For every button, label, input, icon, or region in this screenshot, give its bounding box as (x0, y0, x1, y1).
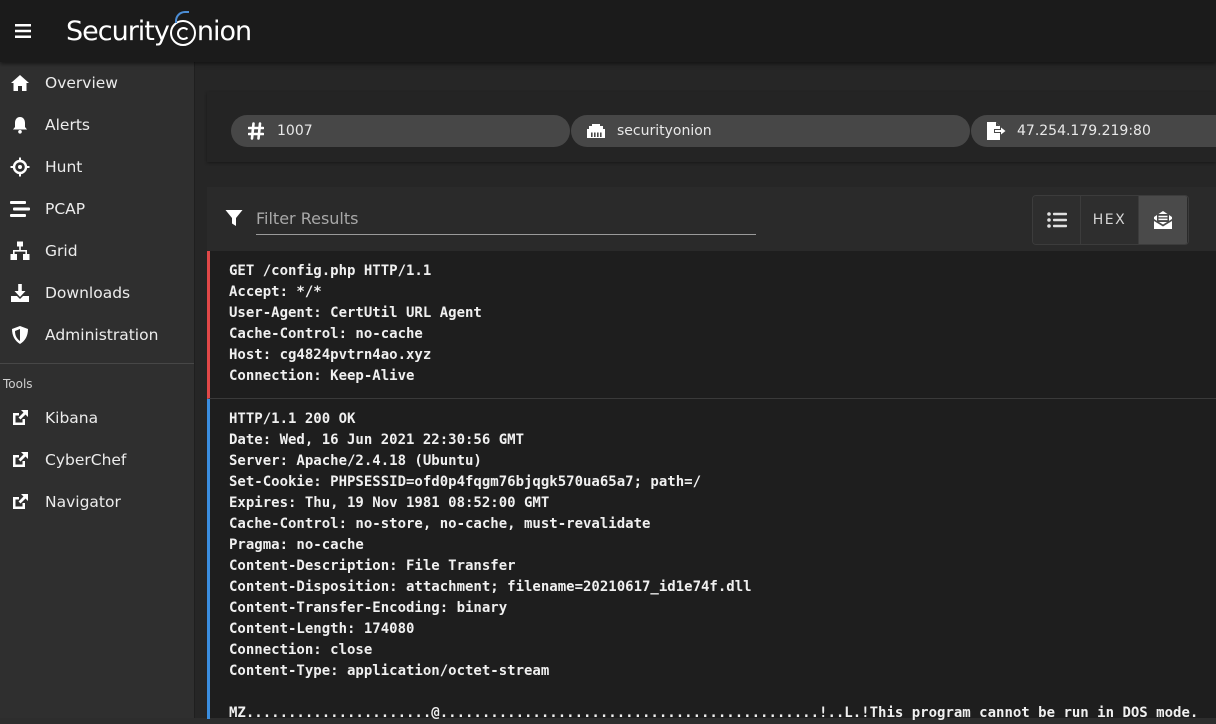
top-app-bar: Security nion (0, 0, 1216, 62)
event-id-value: 1007 (277, 123, 313, 139)
response-line: Content-Transfer-Encoding: binary (229, 600, 508, 616)
ethernet-icon (585, 121, 607, 141)
response-line: MZ......................@...............… (229, 705, 1199, 721)
destination-chip[interactable]: 47.254.179.219:80 (971, 115, 1216, 147)
sidebar-item-alerts[interactable]: Alerts (0, 104, 194, 146)
sidebar-item-label: Alerts (45, 116, 90, 134)
event-id-chip[interactable]: 1007 (231, 115, 570, 147)
sidebar-item-overview[interactable]: Overview (0, 62, 194, 104)
request-line: User-Agent: CertUtil URL Agent (229, 305, 482, 321)
response-line: Server: Apache/2.4.18 (Ubuntu) (229, 453, 482, 469)
envelope-open-icon (1154, 211, 1172, 229)
tools-heading: Tools (3, 377, 33, 391)
list-icon (1046, 212, 1067, 228)
crosshairs-icon (10, 157, 30, 177)
onion-logo-accent-icon (175, 11, 189, 23)
external-link-icon (10, 450, 30, 470)
response-line: Content-Disposition: attachment; filenam… (229, 579, 752, 595)
response-line: Set-Cookie: PHPSESSID=ofd0p4fqgm76bjqgk5… (229, 474, 702, 490)
destination-value: 47.254.179.219:80 (1017, 123, 1151, 139)
response-line: Content-Description: File Transfer (229, 558, 516, 574)
response-line: Date: Wed, 16 Jun 2021 22:30:56 GMT (229, 432, 525, 448)
sidebar-item-label: Administration (45, 326, 159, 344)
sidebar-item-label: Navigator (45, 493, 121, 511)
response-line: Pragma: no-cache (229, 537, 364, 553)
view-mode-toggle: HEX (1032, 195, 1189, 245)
request-line: Cache-Control: no-cache (229, 326, 423, 342)
sensor-value: securityonion (617, 123, 712, 139)
sidebar-item-label: Hunt (45, 158, 83, 176)
request-line: Accept: */* (229, 284, 322, 300)
external-link-icon (10, 408, 30, 428)
external-link-icon (10, 492, 30, 512)
response-line: Expires: Thu, 19 Nov 1981 08:52:00 GMT (229, 495, 550, 511)
sidebar-nav: Overview Alerts Hunt PCAP Grid Downloads… (0, 62, 194, 356)
sidebar-item-cyberchef[interactable]: CyberChef (0, 439, 194, 481)
download-icon (10, 283, 30, 303)
logo-wordmark-nion: nion (196, 15, 252, 47)
list-view-button[interactable] (1033, 196, 1081, 244)
request-line: Host: cg4824pvtrn4ao.xyz (229, 347, 432, 363)
sidebar-item-label: Grid (45, 242, 78, 260)
sidebar-item-grid[interactable]: Grid (0, 230, 194, 272)
sidebar-item-label: PCAP (45, 200, 86, 218)
sidebar: Overview Alerts Hunt PCAP Grid Downloads… (0, 62, 195, 718)
response-line: Content-Type: application/octet-stream (229, 663, 550, 679)
transcript-toolbar: HEX (207, 187, 1216, 251)
response-line: HTTP/1.1 200 OK (229, 411, 356, 427)
shield-icon (10, 325, 30, 345)
home-icon (10, 73, 30, 93)
sidebar-item-kibana[interactable]: Kibana (0, 397, 194, 439)
stream-icon (10, 199, 30, 219)
hashtag-icon (245, 121, 267, 141)
filter-results-input[interactable] (256, 203, 756, 235)
response-line: Connection: close (229, 642, 373, 658)
response-stream: HTTP/1.1 200 OK Date: Wed, 16 Jun 2021 2… (207, 399, 1216, 721)
response-line: Content-Length: 174080 (229, 621, 415, 637)
unwrap-view-button[interactable] (1139, 196, 1187, 244)
hamburger-menu-button[interactable] (0, 0, 46, 62)
bell-icon (10, 115, 30, 135)
hamburger-icon (15, 24, 31, 38)
sidebar-item-label: Downloads (45, 284, 131, 302)
sidebar-item-label: CyberChef (45, 451, 127, 469)
sidebar-item-pcap[interactable]: PCAP (0, 188, 194, 230)
sensor-chip[interactable]: securityonion (571, 115, 970, 147)
hex-view-button[interactable]: HEX (1081, 196, 1139, 244)
request-line: Connection: Keep-Alive (229, 368, 415, 384)
main-content: 1007 securityonion 47.254.179.219:80 Fil… (195, 62, 1216, 721)
sidebar-item-hunt[interactable]: Hunt (0, 146, 194, 188)
sidebar-item-label: Kibana (45, 409, 99, 427)
sidebar-item-downloads[interactable]: Downloads (0, 272, 194, 314)
onion-logo-icon (169, 20, 196, 46)
response-line (229, 682, 1216, 703)
pcap-transcript-panel: HEX GET /config.php HTTP/1.1 Accept: */*… (207, 187, 1216, 721)
sidebar-item-administration[interactable]: Administration (0, 314, 194, 356)
response-line: Cache-Control: no-store, no-cache, must-… (229, 516, 651, 532)
security-onion-logo[interactable]: Security nion (66, 0, 252, 62)
sidebar-item-label: Overview (45, 74, 118, 92)
request-line: GET /config.php HTTP/1.1 (229, 263, 432, 279)
file-export-icon (985, 121, 1007, 141)
network-icon (10, 241, 30, 261)
filter-icon (225, 209, 243, 231)
logo-wordmark-security: Security (66, 15, 170, 47)
sidebar-item-navigator[interactable]: Navigator (0, 481, 194, 523)
request-stream: GET /config.php HTTP/1.1 Accept: */* Use… (207, 251, 1216, 399)
packet-summary-bar: 1007 securityonion 47.254.179.219:80 (207, 92, 1216, 162)
tools-list: Kibana CyberChef Navigator (0, 397, 194, 523)
